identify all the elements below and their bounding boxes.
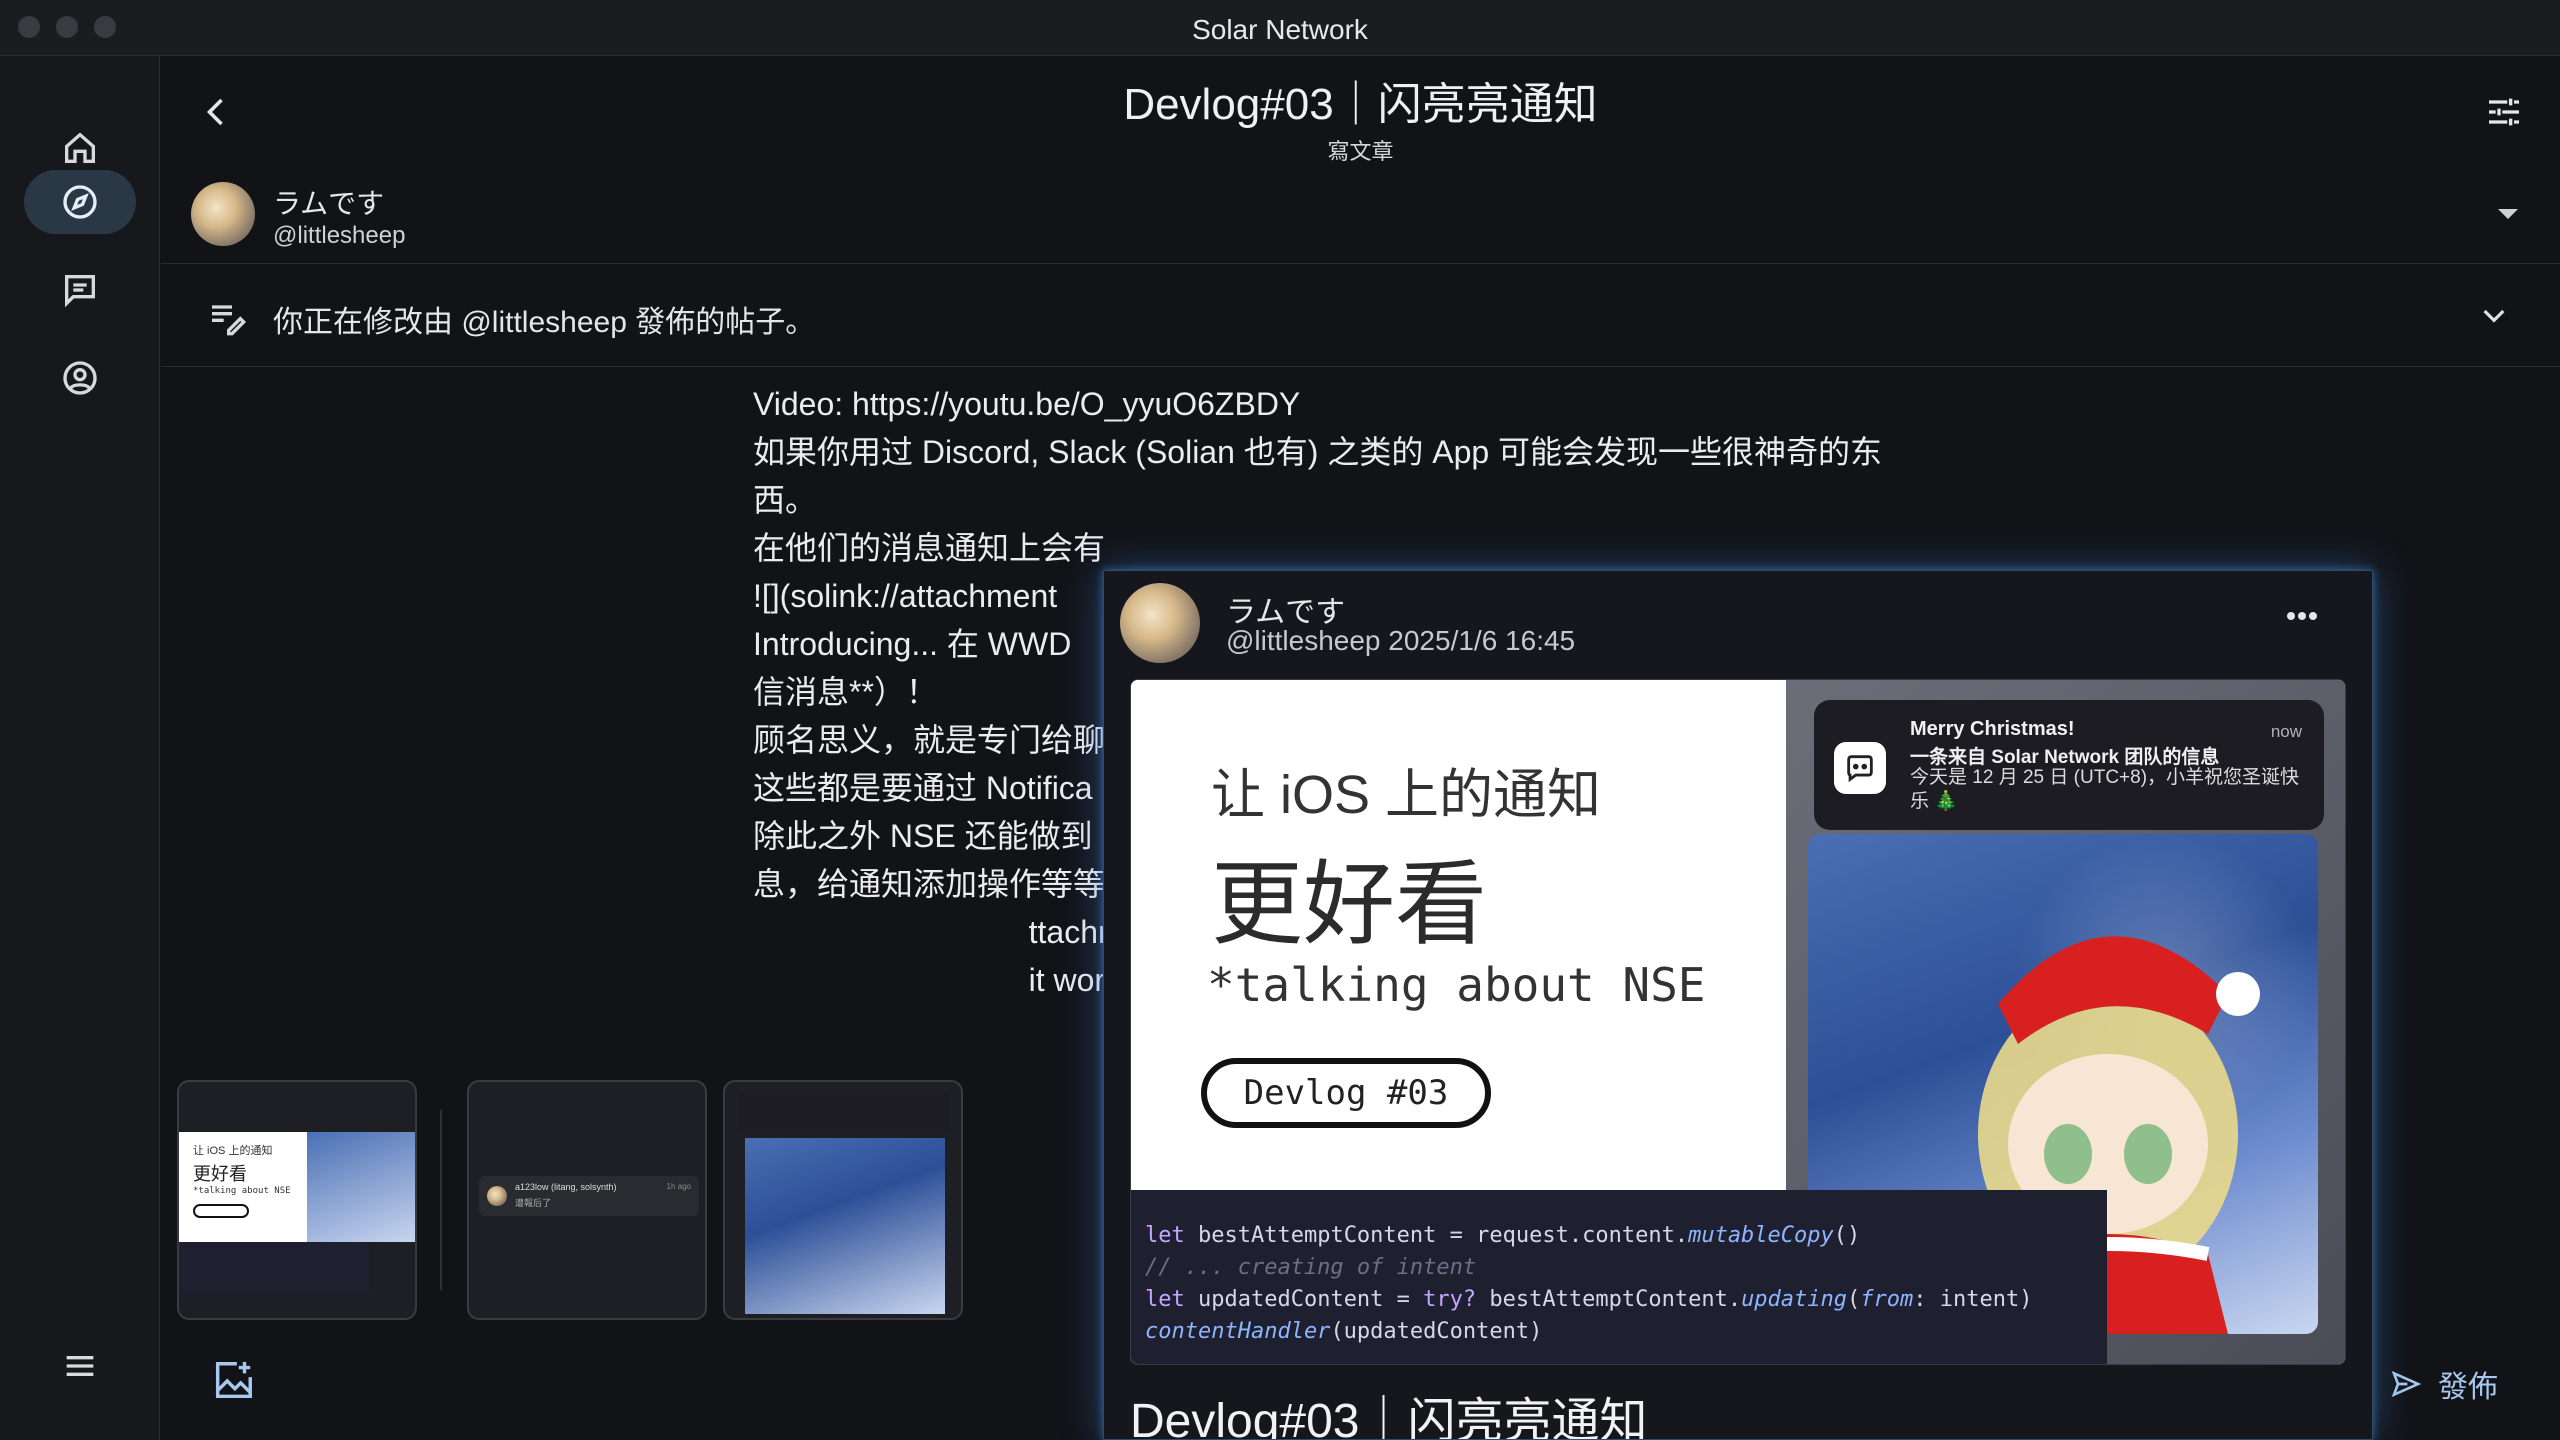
- thumb-notification: [739, 1090, 949, 1134]
- cover-line3: *talking about NSE: [1207, 958, 1706, 1012]
- attachment-thumbnail[interactable]: [723, 1080, 963, 1320]
- page-heading: Devlog#03｜闪亮亮通知 寫文章: [161, 68, 2560, 166]
- account-selector[interactable]: ラムです @littlesheep: [161, 168, 2560, 264]
- cover-text-panel: 让 iOS 上的通知 更好看 *talking about NSE Devlog…: [1131, 680, 1786, 1190]
- avatar: [1120, 583, 1200, 663]
- edit-notice[interactable]: 你正在修改由 @littlesheep 發佈的帖子。: [161, 265, 2560, 367]
- account-name: ラムです: [273, 188, 385, 219]
- thumb-notification-user: a123low (litang, solsynth): [515, 1182, 617, 1192]
- chat-icon: [65, 275, 95, 308]
- thumb-notification-text: 遭報后了: [515, 1198, 552, 1208]
- preview-title: Devlog#03｜闪亮亮通知: [1130, 1395, 1648, 1440]
- page-subtitle: 寫文章: [1327, 139, 1394, 164]
- edit-notice-text: 你正在修改由 @littlesheep 發佈的帖子。: [273, 306, 816, 339]
- rail-item-account[interactable]: [24, 346, 136, 410]
- app-chat-icon: [1834, 742, 1886, 794]
- dropdown-caret-icon: [2498, 209, 2518, 219]
- preview-meta: @littlesheep 2025/1/6 16:45: [1226, 625, 1576, 656]
- navigation-rail: [0, 56, 160, 1440]
- thumb-line2: 更好看: [193, 1164, 247, 1184]
- window-titlebar: Solar Network: [0, 0, 2560, 56]
- cover-pill: Devlog #03: [1201, 1058, 1491, 1128]
- notification-title: Merry Christmas!: [1910, 718, 2075, 740]
- rail-item-chat[interactable]: [24, 258, 136, 322]
- attachment-thumbnail[interactable]: 让 iOS 上的通知 更好看 *talking about NSE: [177, 1080, 417, 1320]
- cover-line1: 让 iOS 上的通知: [1211, 765, 1602, 825]
- notification-time: now: [2270, 722, 2302, 741]
- notification-banner: Merry Christmas! 一条来自 Solar Network 团队的信…: [1814, 700, 2324, 830]
- tune-icon: [2489, 98, 2519, 126]
- editor-line: 如果你用过 Discord, Slack (Solian 也有) 之类的 App…: [753, 434, 1883, 470]
- thumb-notification-time: 1h ago: [666, 1182, 691, 1191]
- app-bar: Devlog#03｜闪亮亮通知 寫文章: [161, 56, 2560, 168]
- thumb-notification: a123low (litang, solsynth) 遭報后了 1h ago: [479, 1176, 699, 1216]
- notification-subtitle: 一条来自 Solar Network 团队的信息: [1910, 747, 2220, 768]
- compass-icon: [63, 185, 97, 219]
- attachment-thumbnail[interactable]: a123low (litang, solsynth) 遭報后了 1h ago: [467, 1080, 707, 1320]
- add-photo-icon[interactable]: [210, 1358, 256, 1404]
- rail-item-explore[interactable]: [24, 170, 136, 234]
- thumb-pill: [193, 1204, 249, 1218]
- settings-button[interactable]: [2478, 86, 2530, 138]
- notification-body: 今天是 12 月 25 日 (UTC+8)，小羊祝您圣诞快乐 🎄: [1910, 767, 2300, 812]
- avatar: [487, 1186, 507, 1206]
- editor-line: 在他们的消息通知上会有: [753, 530, 1106, 566]
- edit-note-icon: [212, 305, 247, 336]
- page-title: Devlog#03｜闪亮亮通知: [1123, 80, 1598, 129]
- window-title: Solar Network: [1192, 14, 1368, 45]
- code-line: // ... creating of intent: [1145, 1255, 1477, 1280]
- publish-button[interactable]: 發佈: [2390, 1362, 2498, 1406]
- send-icon: [2391, 1370, 2422, 1398]
- thumb-image: [745, 1138, 945, 1314]
- code-line: let bestAttemptContent = request.content…: [1145, 1223, 1861, 1248]
- editor-line: Video: https://youtu.be/O_yyuO6ZBDY: [753, 386, 1301, 422]
- home-icon: [65, 132, 95, 163]
- preview-cover-image: 让 iOS 上的通知 更好看 *talking about NSE Devlog…: [1130, 679, 2346, 1365]
- thumb-line3: *talking about NSE: [193, 1186, 291, 1196]
- editor-line: 西。: [753, 482, 818, 518]
- more-options-icon[interactable]: [2286, 611, 2318, 621]
- code-line: contentHandler(updatedContent): [1145, 1319, 1543, 1344]
- thumb-line1: 让 iOS 上的通知: [193, 1145, 273, 1157]
- publish-label: 發佈: [2438, 1371, 2498, 1404]
- attachment-divider: [440, 1110, 442, 1290]
- thumb-image: [307, 1132, 415, 1242]
- chevron-down-icon: [2483, 309, 2505, 323]
- menu-button[interactable]: [24, 1334, 136, 1398]
- thumbnail-cover: 让 iOS 上的通知 更好看 *talking about NSE: [179, 1132, 415, 1242]
- thumb-code: [179, 1242, 369, 1294]
- account-circle-icon: [63, 361, 97, 395]
- cover-line2: 更好看: [1211, 854, 1488, 956]
- menu-icon: [66, 1356, 94, 1376]
- code-line: let updatedContent = try? bestAttemptCon…: [1145, 1287, 2033, 1312]
- post-preview-card: ラムです @littlesheep 2025/1/6 16:45 让 iOS 上…: [1103, 570, 2373, 1440]
- code-snippet: let bestAttemptContent = request.content…: [1131, 1190, 2107, 1364]
- account-handle: @littlesheep: [273, 222, 406, 249]
- avatar: [191, 182, 255, 246]
